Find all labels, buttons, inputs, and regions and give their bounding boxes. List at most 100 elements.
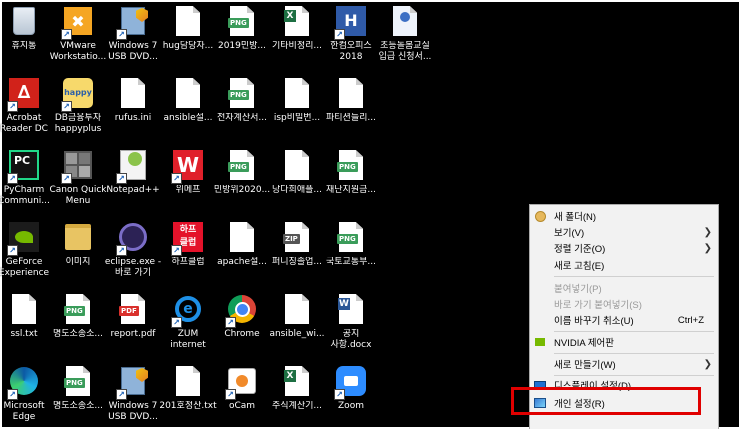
happyplus-icon: happy ↗ [61, 76, 95, 112]
desktop-icon-label: GeForce Experience [0, 257, 50, 278]
desktop-icon[interactable]: ↗ oCam [213, 364, 271, 412]
desktop-icon-label: PyCharm Communi... [0, 185, 50, 206]
desktop-icon[interactable]: 201호정산.txt [159, 364, 217, 412]
desktop-icon[interactable]: ↗ eclipse.exe - 바로 가기 [104, 220, 162, 279]
desktop-icon[interactable]: rufus.ini [104, 76, 162, 124]
desktop-icon[interactable]: 초등돌봄교실 입급 신청서... [376, 4, 434, 63]
zoom-icon: ↗ [334, 364, 368, 400]
png-file-icon: PNG [334, 220, 368, 254]
shortcut-arrow-icon: ↗ [61, 173, 72, 184]
desktop-icon[interactable]: ↗ Windows 7 USB DVD... [104, 4, 162, 63]
desktop-icon-label: 초등돌봄교실 입급 신청서... [378, 41, 432, 62]
shortcut-arrow-icon: ↗ [334, 29, 345, 40]
file-icon [280, 292, 314, 326]
shortcut-arrow-icon: ↗ [7, 173, 18, 184]
desktop-icon-label: 낭다희애플... [272, 185, 322, 195]
shortcut-label: Ctrl+Z [677, 314, 704, 326]
recycle-bin-icon [7, 4, 41, 38]
desktop-icon[interactable]: PNG 2019민방... [213, 4, 271, 52]
desktop-icon[interactable]: 낭다희애플... [268, 148, 326, 196]
desktop-icon[interactable]: ∆ ↗ Acrobat Reader DC [0, 76, 53, 135]
desktop-icon[interactable]: ssl.txt [0, 292, 53, 340]
desktop-icon[interactable]: W 공지 사항.docx [322, 292, 380, 351]
desktop-icon-label: 2019민방... [217, 41, 267, 51]
file-icon [171, 4, 205, 38]
desktop-icon-label: Chrome [224, 329, 260, 339]
desktop-icon-label: 공지 사항.docx [330, 329, 372, 350]
desktop-icon[interactable]: 휴지통 [0, 4, 53, 52]
desktop-icon[interactable]: PNG 명도소송소... [49, 364, 107, 412]
desktop-icon[interactable]: PC ↗ PyCharm Communi... [0, 148, 53, 207]
desktop-icon[interactable]: PNG 민방위2020... [213, 148, 271, 196]
desktop-icon[interactable]: H ↗ 한컴오피스 2018 [322, 4, 380, 63]
desktop-icon-label: 휴지통 [11, 41, 37, 51]
file-icon [280, 76, 314, 110]
menu-item-paste-shortcut[interactable]: 바로 가기 붙여넣기(S) [530, 296, 718, 312]
desktop-icon[interactable]: ↗ Microsoft Edge [0, 364, 53, 423]
hancom-icon: H ↗ [334, 4, 368, 40]
png-file-icon: PNG [61, 364, 95, 398]
windows-usb-icon: ↗ [116, 4, 150, 40]
desktop-icon[interactable]: ↗ Zoom [322, 364, 380, 412]
desktop-icon[interactable]: ↗ Notepad++ [104, 148, 162, 196]
desktop-icon-label: 기타비정리... [272, 41, 322, 51]
menu-separator [554, 276, 714, 277]
menu-item-sort-by[interactable]: 정렬 기준(O) ❯ [530, 240, 718, 256]
menu-item-new[interactable]: 새로 만들기(W) ❯ [530, 356, 718, 372]
desktop-icon[interactable]: e ↗ ZUM internet [159, 292, 217, 351]
desktop-icon[interactable]: PNG 재난지원금... [322, 148, 380, 196]
desktop-icon[interactable]: W ↗ 위메프 [159, 148, 217, 196]
desktop-icon[interactable]: happy ↗ DB금융투자 happyplus [49, 76, 107, 135]
desktop-icon[interactable]: ↗ Chrome [213, 292, 271, 340]
desktop-icon-label: 전자계산서... [217, 113, 267, 123]
desktop-icon[interactable]: PNG 국토교통부... [322, 220, 380, 268]
desktop-icon[interactable]: X 주식계산기... [268, 364, 326, 412]
desktop-icon[interactable]: 하프 클럽 ↗ 하프클럽 [159, 220, 217, 268]
shortcut-arrow-icon: ↗ [116, 173, 127, 184]
menu-item-view[interactable]: 보기(V) ❯ [530, 224, 718, 240]
file-icon [171, 76, 205, 110]
desktop-icon-label: 국토교통부... [326, 257, 376, 267]
chevron-right-icon: ❯ [703, 358, 712, 370]
menu-item-refresh[interactable]: 새로 고침(E) [530, 257, 718, 273]
desktop-icon-label: 위메프 [175, 185, 201, 195]
desktop[interactable]: 휴지통 ✖ ↗ VMware Workstatio... ↗ Windows 7 USB … [0, 0, 741, 429]
desktop-icon-label: report.pdf [110, 329, 156, 339]
desktop-icon[interactable]: ↗ Canon Quick Menu [49, 148, 107, 207]
desktop-icon[interactable]: PNG 명도소송소... [49, 292, 107, 340]
desktop-icon[interactable]: ansible설... [159, 76, 217, 124]
shortcut-arrow-icon: ↗ [334, 389, 345, 400]
menu-item-undo-rename[interactable]: 이름 바꾸기 취소(U) Ctrl+Z [530, 312, 718, 328]
png-file-icon: PNG [61, 292, 95, 326]
edge-icon: ↗ [7, 364, 41, 400]
desktop-icon[interactable]: ansible_wi... [268, 292, 326, 340]
desktop-icon[interactable]: X 기타비정리... [268, 4, 326, 52]
desktop-icon-label: ansible_wi... [269, 329, 325, 339]
menu-separator [554, 331, 714, 332]
desktop-icon-label: ssl.txt [10, 329, 38, 339]
word-file-icon: W [334, 292, 368, 326]
desktop-icon[interactable]: apache설... [213, 220, 271, 268]
pdf-file-icon: PDF [116, 292, 150, 326]
png-file-icon: PNG [225, 148, 259, 182]
menu-item-paste[interactable]: 붙여넣기(P) [530, 280, 718, 296]
desktop-icon[interactable]: hug담당자... [159, 4, 217, 52]
desktop-icon[interactable]: ✖ ↗ VMware Workstatio... [49, 4, 107, 63]
menu-item-nvidia-control-panel[interactable]: NVIDIA 제어판 [530, 334, 718, 350]
menu-item-new-folder[interactable]: 새 폴더(N) [530, 208, 718, 224]
desktop-icon[interactable]: isp비밀번... [268, 76, 326, 124]
desktop-icon[interactable]: PDF report.pdf [104, 292, 162, 340]
desktop-icon[interactable]: 파티션늘리... [322, 76, 380, 124]
desktop-icon[interactable]: ↗ GeForce Experience [0, 220, 53, 279]
desktop-icon[interactable]: 이미지 [49, 220, 107, 268]
desktop-icon[interactable]: PNG 전자계산서... [213, 76, 271, 124]
desktop-icon-label: 명도소송소... [53, 329, 103, 339]
png-file-icon: PNG [225, 4, 259, 38]
desktop-icon-label: Acrobat Reader DC [0, 113, 48, 134]
desktop-icon-label: Zoom [338, 401, 364, 411]
ini-file-icon [116, 76, 150, 110]
desktop-icon-label: 한컴오피스 2018 [330, 41, 372, 62]
desktop-icon[interactable]: ↗ Windows 7 USB DVD... [104, 364, 162, 423]
desktop-icon[interactable]: ZIP 퍼니칭졸업... [268, 220, 326, 268]
shortcut-arrow-icon: ↗ [225, 389, 236, 400]
